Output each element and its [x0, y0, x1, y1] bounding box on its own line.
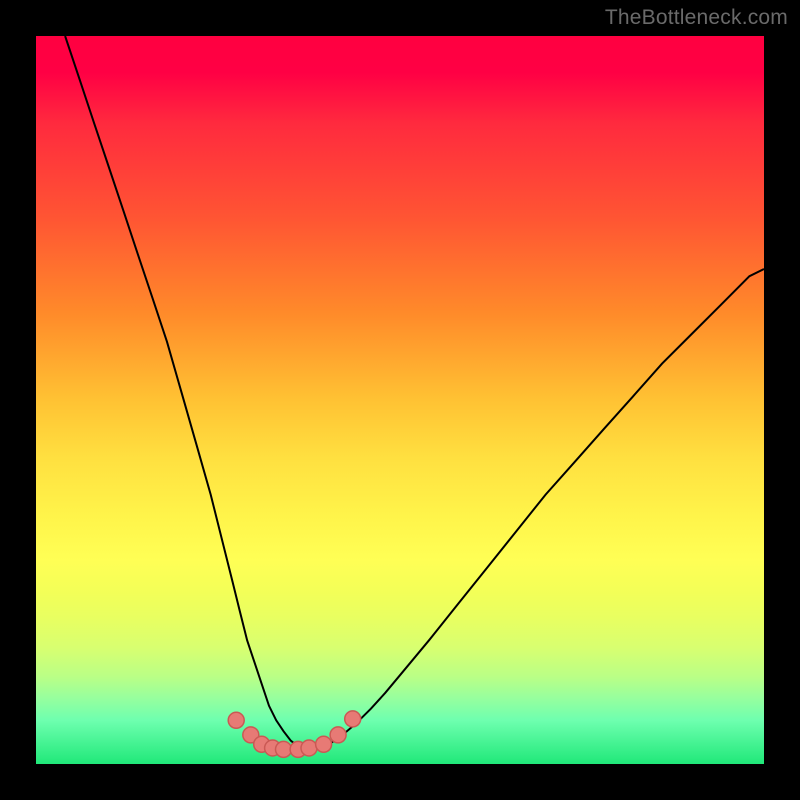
curve-layer [36, 36, 764, 764]
floor-marker [316, 736, 332, 752]
floor-marker [345, 711, 361, 727]
floor-marker [276, 741, 292, 757]
chart-frame: TheBottleneck.com [0, 0, 800, 800]
floor-marker [228, 712, 244, 728]
curve-left-branch [65, 36, 305, 749]
floor-marker [330, 727, 346, 743]
floor-marker-group [228, 711, 361, 758]
watermark: TheBottleneck.com [605, 6, 788, 30]
curve-right-branch [305, 269, 764, 749]
floor-marker [301, 740, 317, 756]
